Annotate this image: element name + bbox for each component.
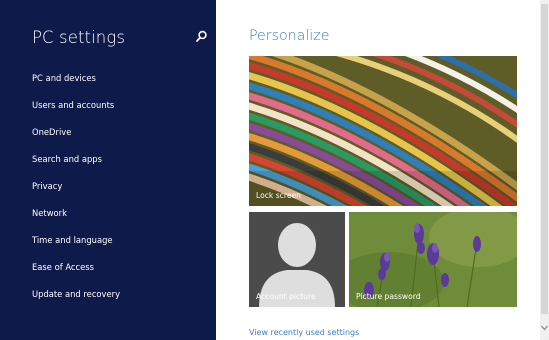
nav-item-onedrive[interactable]: OneDrive <box>32 123 120 150</box>
view-recent-settings-link[interactable]: View recently used settings <box>249 328 359 337</box>
nav-item-pc-and-devices[interactable]: PC and devices <box>32 69 120 96</box>
picture-password-label: Picture password <box>356 292 421 301</box>
page-title: Personalize <box>249 28 330 44</box>
picture-password-tile[interactable]: Picture password <box>349 212 517 307</box>
nav-item-network[interactable]: Network <box>32 204 120 231</box>
lock-screen-label: Lock screen <box>256 191 301 200</box>
chevron-down-icon <box>541 325 548 331</box>
nav-item-privacy[interactable]: Privacy <box>32 177 120 204</box>
search-icon <box>196 30 207 42</box>
nav-item-update-and-recovery[interactable]: Update and recovery <box>32 285 120 312</box>
settings-sidebar: PC settings PC and devices Users and acc… <box>0 0 216 340</box>
nav-item-time-and-language[interactable]: Time and language <box>32 231 120 258</box>
sidebar-title: PC settings <box>32 28 126 47</box>
account-picture-tile[interactable]: Account picture <box>249 212 345 307</box>
vertical-scrollbar[interactable] <box>540 0 549 340</box>
lock-screen-tile[interactable]: Lock screen <box>249 56 517 206</box>
scrollbar-thumb[interactable] <box>541 4 548 314</box>
lock-screen-image <box>249 56 517 206</box>
search-button[interactable] <box>193 29 209 45</box>
account-picture-label: Account picture <box>256 292 316 301</box>
pc-settings-window: PC settings PC and devices Users and acc… <box>0 0 549 340</box>
scroll-down-button[interactable] <box>540 322 549 334</box>
nav-item-users-and-accounts[interactable]: Users and accounts <box>32 96 120 123</box>
nav-item-ease-of-access[interactable]: Ease of Access <box>32 258 120 285</box>
settings-nav: PC and devices Users and accounts OneDri… <box>32 69 120 312</box>
personalize-pane: Personalize Lock screen Account picture … <box>216 0 540 340</box>
nav-item-search-and-apps[interactable]: Search and apps <box>32 150 120 177</box>
